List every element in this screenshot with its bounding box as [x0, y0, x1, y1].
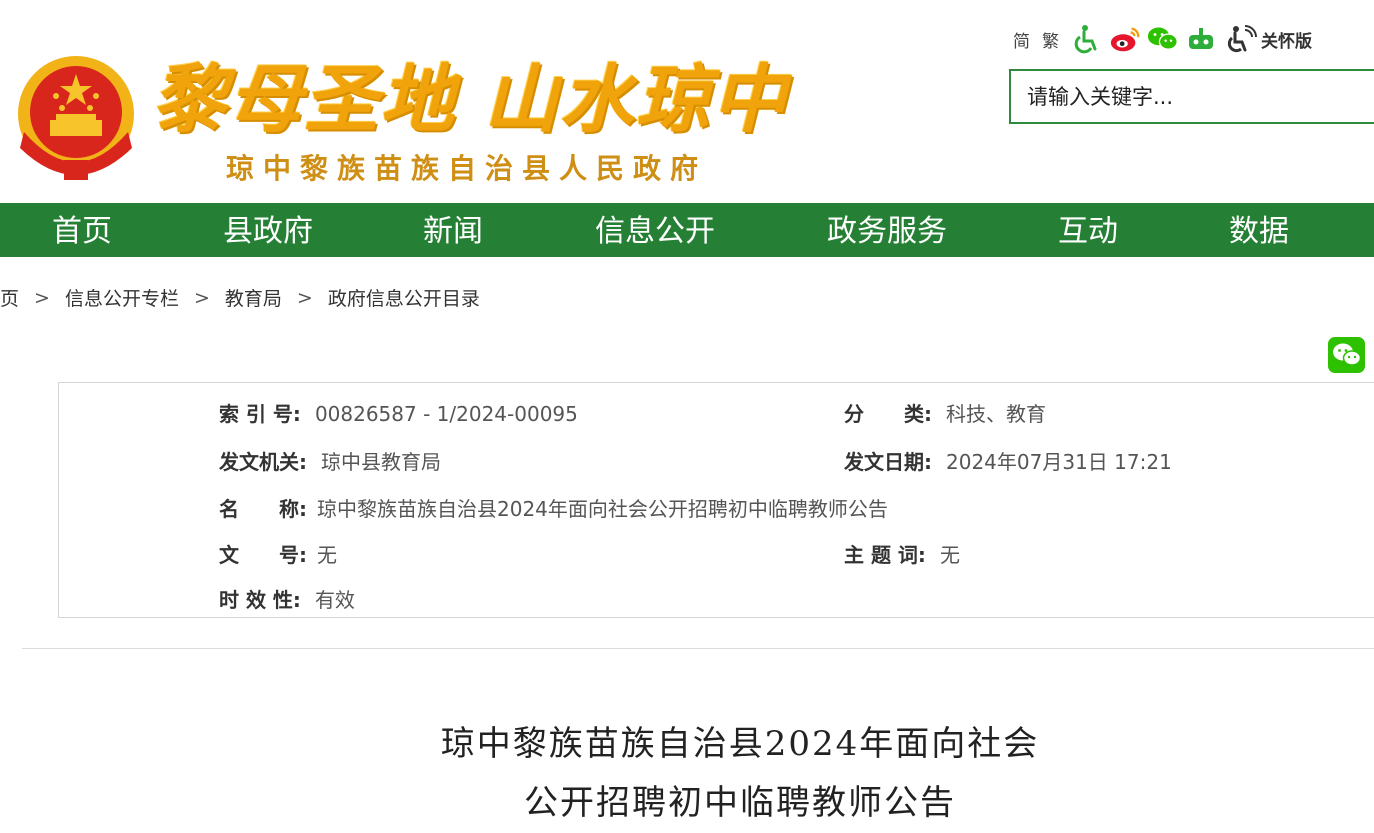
government-name: 琼中黎族苗族自治县人民政府	[226, 152, 708, 185]
breadcrumb: 页 > 信息公开专栏 > 教育局 > 政府信息公开目录	[0, 284, 480, 311]
breadcrumb-disclosure-catalog[interactable]: 政府信息公开目录	[328, 284, 480, 311]
care-mode-label: 关怀版	[1261, 31, 1312, 52]
site-slogan: 黎母圣地 山水琼中	[152, 57, 788, 143]
nav-data[interactable]: 数据	[1229, 203, 1289, 257]
meta-index-value: 00826587 - 1/2024-00095	[314, 402, 578, 426]
traditional-chinese-link[interactable]: 繁	[1042, 27, 1059, 52]
meta-category-label: 分 类:	[844, 402, 932, 426]
meta-subject-value: 无	[939, 543, 960, 567]
breadcrumb-education-bureau[interactable]: 教育局	[225, 284, 282, 311]
wechat-share-button[interactable]	[1328, 337, 1365, 373]
document-metadata-box: 索 引 号: 00826587 - 1/2024-00095 分 类: 科技、教…	[58, 382, 1374, 618]
breadcrumb-separator: >	[34, 286, 50, 309]
nav-info-disclosure[interactable]: 信息公开	[595, 203, 715, 257]
meta-validity-value: 有效	[314, 588, 355, 612]
meta-docno-label: 文 号:	[219, 543, 307, 567]
meta-subject-row: 主 题 词: 无	[844, 539, 960, 568]
article-title-line-1: 琼中黎族苗族自治县2024年面向社会	[440, 724, 1040, 764]
meta-docno-value: 无	[317, 543, 337, 567]
meta-issuer-row: 发文机关: 琼中县教育局	[219, 446, 441, 475]
meta-date-label: 发文日期:	[844, 450, 932, 474]
meta-issuer-label: 发文机关:	[219, 450, 307, 474]
nav-interaction[interactable]: 互动	[1058, 203, 1118, 257]
national-emblem-logo	[18, 56, 134, 180]
meta-category-value: 科技、教育	[946, 402, 1046, 426]
breadcrumb-separator: >	[296, 286, 313, 309]
simplified-chinese-link[interactable]: 简	[1013, 27, 1030, 52]
meta-index-row: 索 引 号: 00826587 - 1/2024-00095	[219, 398, 578, 427]
meta-validity-row: 时 效 性: 有效	[219, 584, 355, 613]
accessibility-toolbar: 简 繁 关怀版	[1013, 22, 1312, 56]
meta-category-row: 分 类: 科技、教育	[844, 398, 1046, 427]
main-nav: 首页 县政府 新闻 信息公开 政务服务 互动 数据	[0, 203, 1374, 257]
meta-docno-row: 文 号: 无	[219, 539, 337, 568]
nav-home[interactable]: 首页	[52, 203, 112, 257]
site-header: 黎母圣地 山水琼中 琼中黎族苗族自治县人民政府 简 繁 关怀版 请输入关键字..…	[0, 0, 1374, 203]
nav-county-government[interactable]: 县政府	[223, 203, 313, 257]
wechat-icon	[1332, 343, 1361, 366]
meta-validity-label: 时 效 性:	[219, 588, 301, 612]
breadcrumb-info-column[interactable]: 信息公开专栏	[65, 284, 179, 311]
meta-date-row: 发文日期: 2024年07月31日 17:21	[844, 446, 1172, 475]
nav-government-services[interactable]: 政务服务	[827, 203, 947, 257]
wechat-icon[interactable]	[1147, 23, 1179, 55]
care-mode-button[interactable]: 关怀版	[1227, 24, 1312, 54]
meta-issuer-value: 琼中县教育局	[321, 450, 441, 474]
meta-name-value: 琼中黎族苗族自治县2024年面向社会公开招聘初中临聘教师公告	[317, 497, 888, 521]
accessibility-wheelchair-icon[interactable]	[1071, 23, 1103, 55]
meta-subject-label: 主 题 词:	[844, 543, 926, 567]
breadcrumb-separator: >	[193, 286, 210, 309]
robot-assistant-icon[interactable]	[1185, 23, 1217, 55]
care-mode-icon	[1227, 25, 1257, 53]
meta-date-value: 2024年07月31日 17:21	[946, 450, 1172, 474]
search-input[interactable]	[1011, 71, 1374, 122]
nav-news[interactable]: 新闻	[423, 203, 483, 257]
search-box	[1009, 69, 1374, 124]
content-divider	[22, 648, 1374, 649]
meta-name-label: 名 称:	[219, 497, 307, 521]
meta-name-row: 名 称: 琼中黎族苗族自治县2024年面向社会公开招聘初中临聘教师公告	[219, 493, 888, 522]
article-title-line-2: 公开招聘初中临聘教师公告	[524, 783, 956, 823]
meta-index-label: 索 引 号:	[219, 402, 301, 426]
breadcrumb-home[interactable]: 页	[0, 284, 19, 311]
weibo-icon[interactable]	[1109, 23, 1141, 55]
